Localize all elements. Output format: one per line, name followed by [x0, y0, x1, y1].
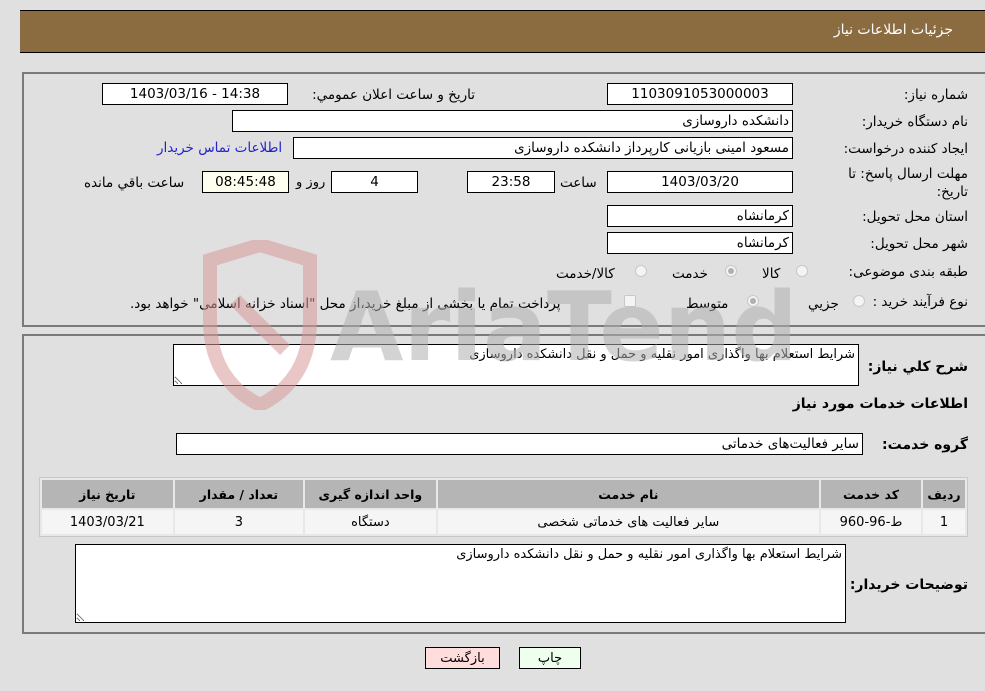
process-label: نوع فرآیند خرید : [872, 294, 968, 310]
table-header-row: ردیف کد خدمت نام خدمت واحد اندازه گیری ت… [42, 480, 965, 508]
creator-field[interactable]: مسعود امینی بازیانی کارپرداز دانشکده دار… [293, 137, 793, 159]
creator-label: ایجاد کننده درخواست: [843, 141, 968, 157]
days-remaining-field[interactable]: 4 [331, 171, 418, 193]
days-suffix: روز و [296, 175, 326, 190]
buyer-contact-link[interactable]: اطلاعات تماس خریدار [157, 140, 282, 156]
col-quantity: تعداد / مقدار [174, 480, 304, 508]
general-desc-label: شرح كلي نياز: [867, 359, 968, 375]
category-option-service: خدمت [672, 266, 708, 282]
cell-row-number: 1 [922, 510, 965, 534]
general-desc-textarea[interactable] [173, 344, 859, 386]
print-button[interactable]: چاپ [519, 647, 581, 669]
city-field[interactable]: کرمانشاه [607, 232, 793, 254]
treasury-note: پرداخت تمام یا بخشی از مبلغ خرید،از محل … [130, 296, 561, 312]
col-service-name: نام خدمت [437, 480, 820, 508]
table-row: 1 ط-96-960 سایر فعالیت های خدماتی شخصی د… [42, 510, 965, 534]
need-number-field[interactable]: 1103091053000003 [607, 83, 793, 105]
col-unit: واحد اندازه گیری [305, 480, 436, 508]
process-radio-medium[interactable] [747, 295, 759, 307]
cell-unit: دستگاه [305, 510, 436, 534]
province-label: استان محل تحویل: [862, 209, 968, 225]
category-option-goods: کالا [762, 266, 781, 282]
col-service-code: کد خدمت [821, 480, 921, 508]
process-option-minor: جزيي [808, 296, 839, 312]
services-table: ردیف کد خدمت نام خدمت واحد اندازه گیری ت… [39, 477, 968, 537]
remaining-time-field[interactable]: 08:45:48 [202, 171, 289, 193]
services-section-title: اطلاعات خدمات مورد نیاز [792, 396, 968, 412]
announce-label: تاريخ و ساعت اعلان عمومي: [312, 87, 475, 103]
cell-need-date: 1403/03/21 [42, 510, 173, 534]
service-group-field[interactable]: سایر فعالیت‌های خدماتی [176, 433, 863, 455]
category-option-goods-service: کالا/خدمت [556, 266, 615, 282]
process-radio-minor[interactable] [853, 295, 865, 307]
buyer-org-label: نام دستگاه خریدار: [861, 114, 968, 130]
category-radio-service[interactable] [725, 265, 737, 277]
page-title: جزئيات اطلاعات نياز [833, 22, 953, 38]
col-row-number: ردیف [922, 480, 965, 508]
need-number-label: شماره نیاز: [903, 87, 968, 103]
category-label: طبقه بندی موضوعی: [848, 264, 968, 280]
treasury-checkbox[interactable] [624, 295, 636, 307]
announce-datetime-field[interactable]: 1403/03/16 - 14:38 [102, 83, 288, 105]
deadline-date-field[interactable]: 1403/03/20 [607, 171, 793, 193]
process-option-medium: متوسط [686, 296, 729, 312]
city-label: شهر محل تحویل: [870, 236, 968, 252]
service-group-label: گروه خدمت: [882, 437, 968, 453]
deadline-time-field[interactable]: 23:58 [467, 171, 555, 193]
remaining-suffix: ساعت باقي مانده [84, 175, 185, 191]
deadline-label: مهلت ارسال پاسخ: تا تاریخ: [848, 166, 968, 200]
buyer-notes-textarea[interactable] [75, 544, 846, 623]
category-radio-goods[interactable] [796, 265, 808, 277]
cell-service-name: سایر فعالیت های خدماتی شخصی [437, 510, 820, 534]
buyer-notes-label: توضیحات خریدار: [849, 577, 968, 593]
back-button[interactable]: بازگشت [425, 647, 500, 669]
time-label: ساعت [560, 175, 597, 191]
page-header: جزئيات اطلاعات نياز [20, 10, 985, 53]
col-need-date: تاریخ نیاز [42, 480, 173, 508]
cell-quantity: 3 [174, 510, 304, 534]
buyer-org-field[interactable]: دانشکده داروسازی [232, 110, 793, 132]
cell-service-code: ط-96-960 [821, 510, 921, 534]
province-field[interactable]: کرمانشاه [607, 205, 793, 227]
category-radio-goods-service[interactable] [635, 265, 647, 277]
